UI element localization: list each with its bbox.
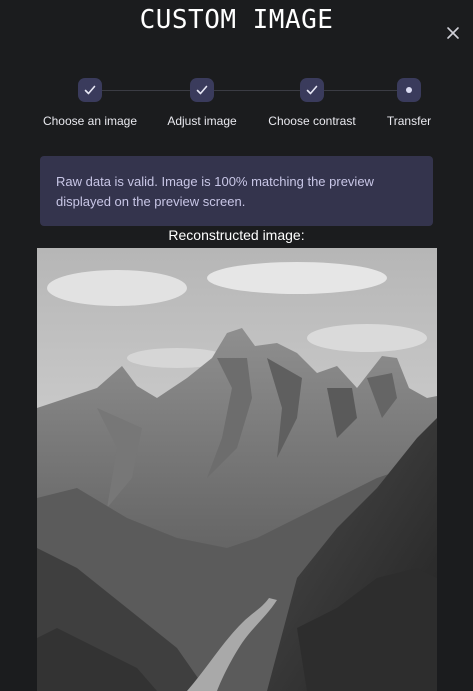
dot-icon — [406, 87, 412, 93]
step-label: Adjust image — [167, 114, 237, 128]
check-icon — [84, 85, 96, 95]
step-label: Transfer — [386, 114, 432, 128]
step-indicator — [397, 78, 421, 102]
step-indicator — [78, 78, 102, 102]
step-label: Choose an image — [42, 114, 138, 128]
reconstructed-image — [37, 248, 437, 691]
step-adjust-image[interactable]: Adjust image — [142, 78, 262, 128]
dialog-title: CUSTOM IMAGE — [139, 5, 334, 35]
reconstructed-image-label: Reconstructed image: — [168, 227, 305, 243]
check-icon — [196, 85, 208, 95]
check-icon — [306, 85, 318, 95]
close-icon[interactable] — [446, 26, 460, 40]
step-choose-image[interactable]: Choose an image — [30, 78, 150, 128]
custom-image-dialog: CUSTOM IMAGE Choose an image Adjust imag… — [0, 0, 473, 691]
progress-stepper: Choose an image Adjust image Choose cont… — [0, 78, 473, 134]
step-indicator — [190, 78, 214, 102]
step-transfer[interactable]: Transfer — [349, 78, 469, 128]
step-indicator — [300, 78, 324, 102]
validation-message: Raw data is valid. Image is 100% matchin… — [40, 156, 433, 226]
close-button[interactable] — [442, 22, 464, 44]
